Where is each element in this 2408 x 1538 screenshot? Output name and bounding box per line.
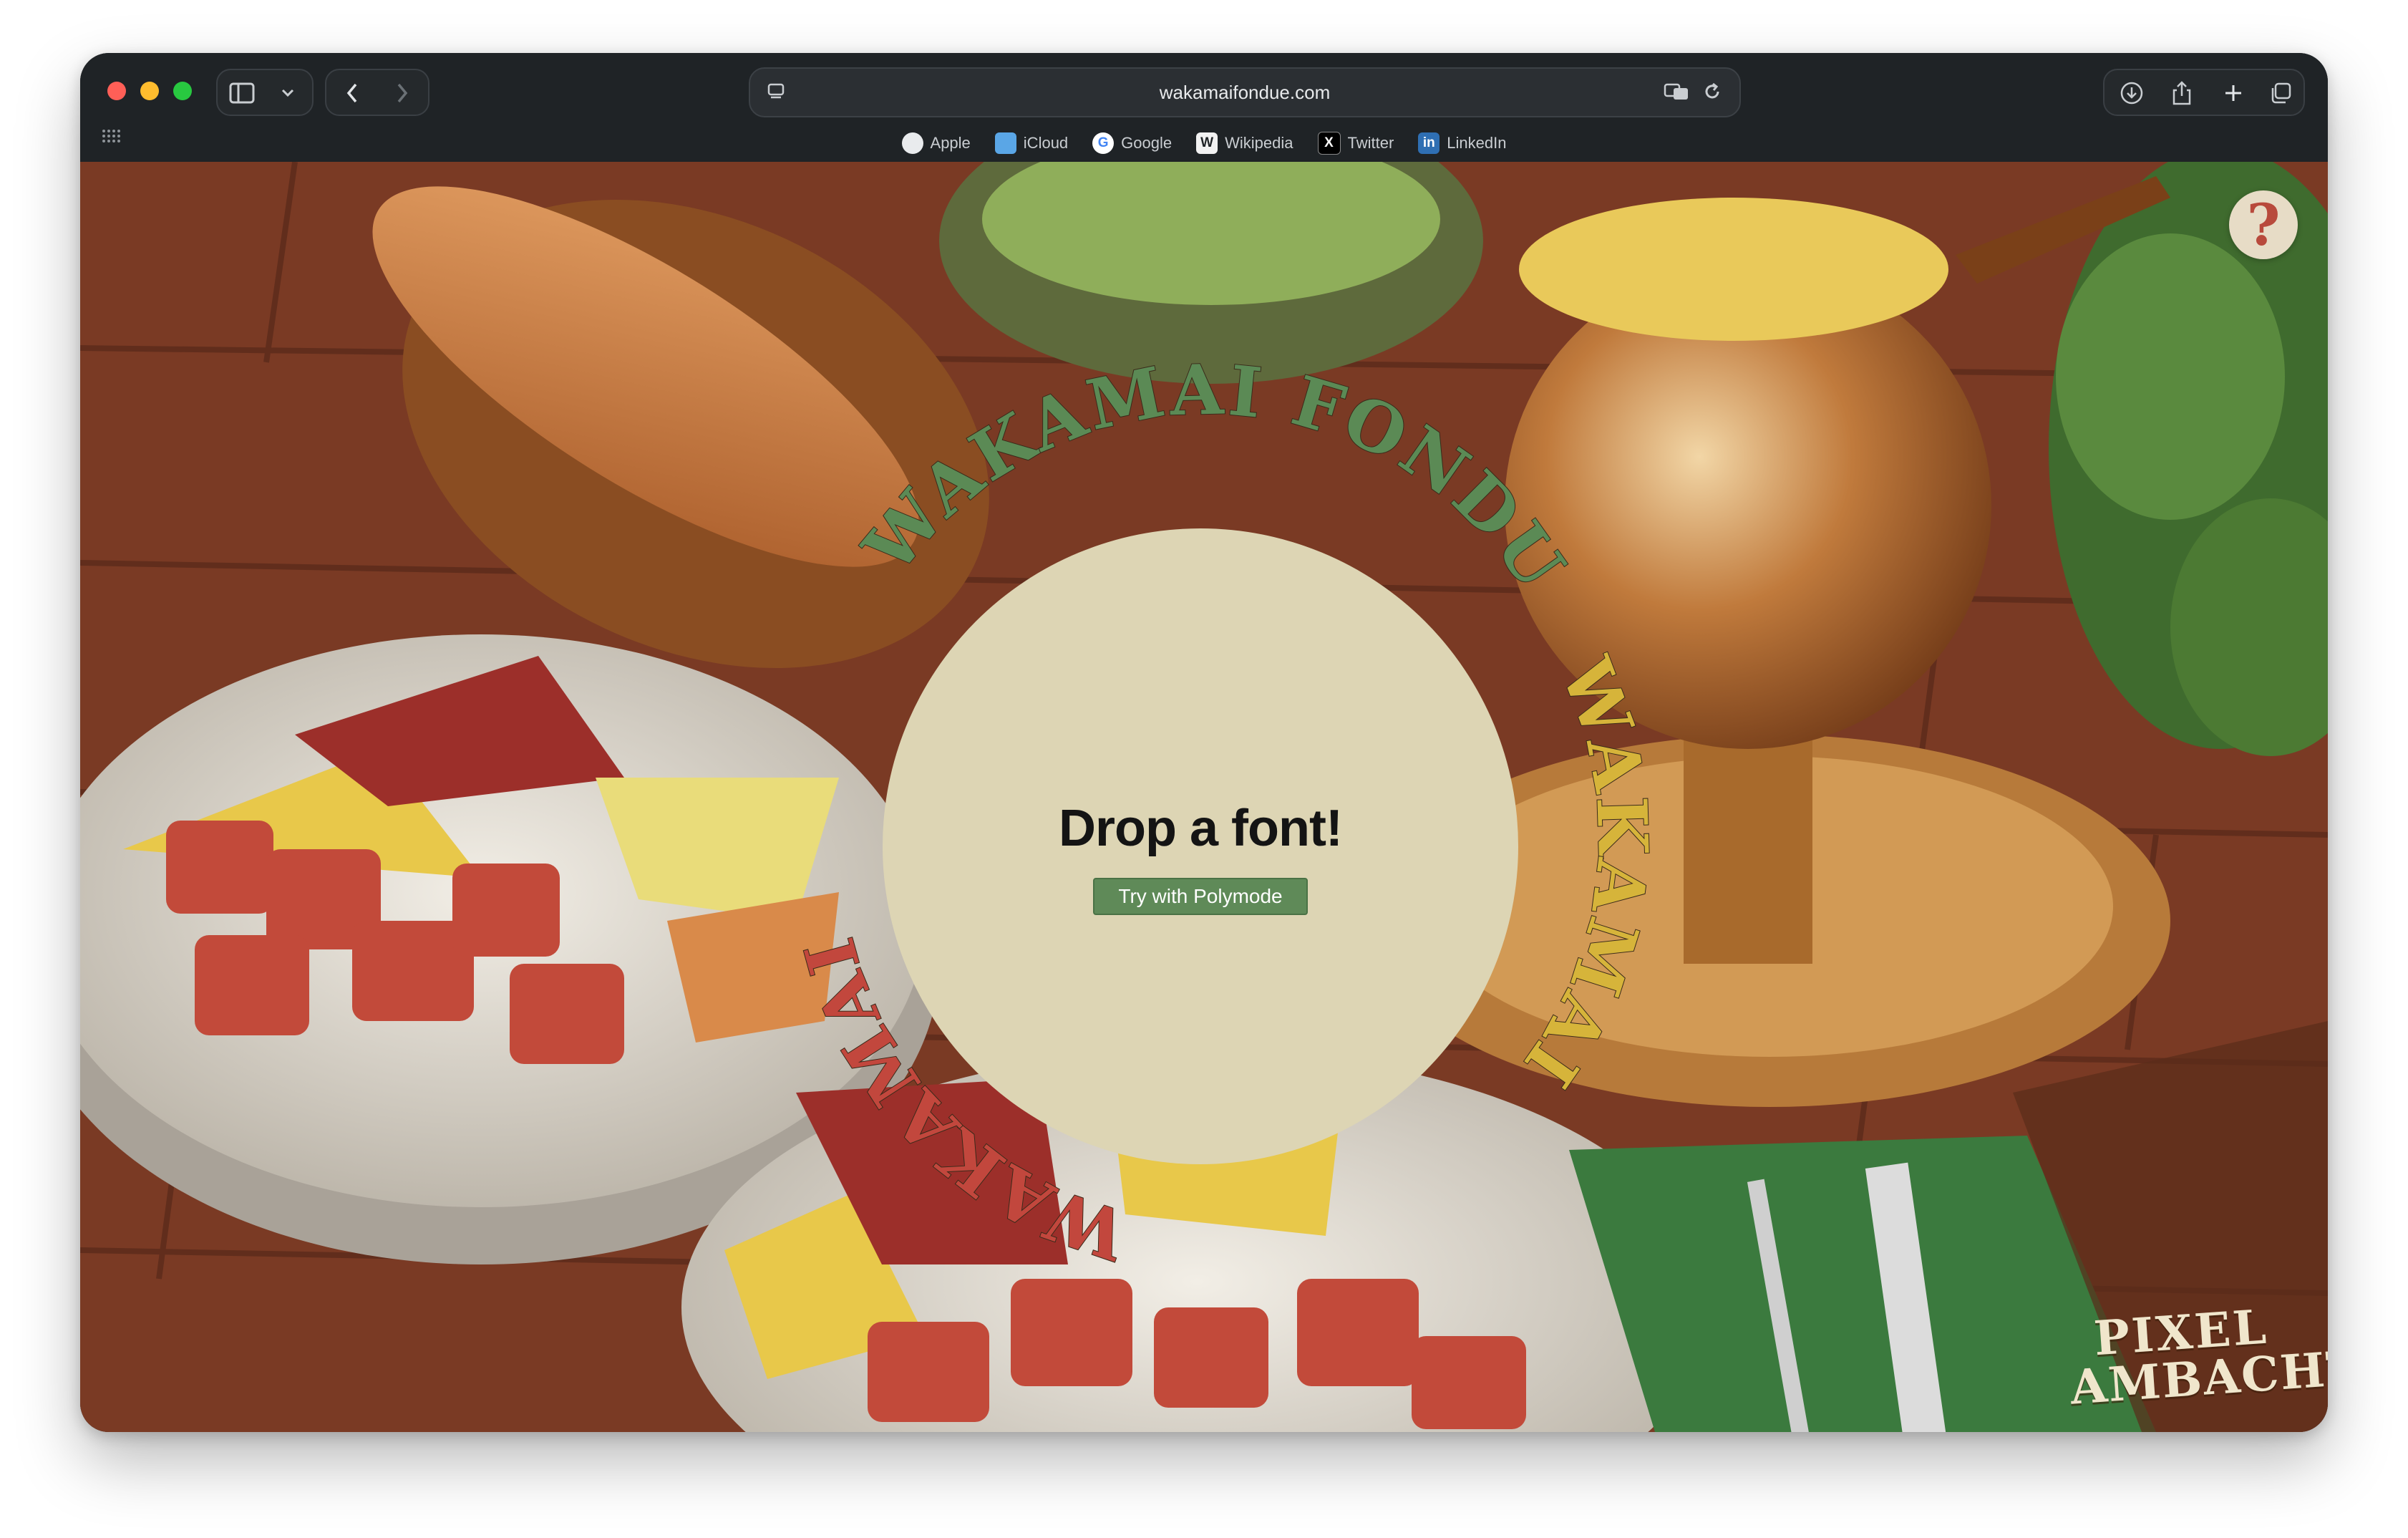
help-button[interactable]: ? (2229, 190, 2298, 259)
tab-overview-icon[interactable] (2265, 79, 2296, 107)
browser-toolbar: wakamaifondue.com Apple iCloud G Google … (80, 53, 2328, 162)
downloads-icon[interactable] (2116, 79, 2147, 107)
favorite-label: Apple (930, 134, 971, 152)
icloud-icon (994, 132, 1016, 154)
sidebar-icon[interactable] (228, 79, 256, 107)
try-with-polymode-button[interactable]: Try with Polymode (1093, 878, 1308, 915)
translate-icon[interactable] (1662, 79, 1691, 105)
favorite-label: Google (1121, 134, 1173, 152)
favorite-google[interactable]: G Google (1092, 132, 1172, 154)
minimize-window-button[interactable] (140, 82, 159, 100)
url-text[interactable]: wakamaifondue.com (750, 69, 1739, 116)
favorite-twitter[interactable]: X Twitter (1317, 132, 1394, 155)
favorite-apple[interactable]: Apple (901, 132, 971, 154)
favorite-linkedin[interactable]: in LinkedIn (1418, 132, 1506, 154)
linkedin-icon: in (1418, 132, 1440, 154)
favorite-icloud[interactable]: iCloud (994, 132, 1069, 154)
favorite-label: Wikipedia (1225, 134, 1293, 152)
sidebar-toggle-group (216, 69, 314, 116)
navigation-group (325, 69, 429, 116)
favorites-bar: Apple iCloud G Google W Wikipedia X Twit… (80, 127, 2328, 159)
font-drop-zone[interactable]: Drop a font! Try with Polymode (883, 528, 1518, 1164)
zoom-window-button[interactable] (173, 82, 192, 100)
back-arrow-icon[interactable] (336, 79, 368, 107)
google-icon: G (1092, 132, 1115, 154)
new-tab-icon[interactable] (2218, 79, 2249, 107)
reload-icon[interactable] (1698, 79, 1727, 105)
drop-font-title: Drop a font! (1059, 800, 1343, 857)
pixel-ambacht-logo[interactable]: PIXEL AMBACHT (2069, 1299, 2328, 1416)
close-window-button[interactable] (107, 82, 126, 100)
favorite-label: Twitter (1347, 134, 1394, 152)
wikipedia-icon: W (1196, 132, 1218, 154)
twitter-icon: X (1317, 132, 1341, 155)
logo-line-2: AMBACHT (2068, 1339, 2328, 1416)
chevron-down-icon[interactable] (275, 80, 301, 106)
page-content: Drop a font! Try with Polymode WAKAMAI F… (80, 162, 2328, 1432)
apple-icon (901, 132, 923, 154)
address-bar[interactable]: wakamaifondue.com (749, 67, 1741, 117)
favorite-wikipedia[interactable]: W Wikipedia (1196, 132, 1293, 154)
favorite-label: iCloud (1023, 134, 1069, 152)
share-icon[interactable] (2166, 77, 2198, 109)
toolbar-actions-group (2103, 69, 2305, 116)
favorite-label: LinkedIn (1447, 134, 1507, 152)
forward-arrow-icon[interactable] (387, 79, 418, 107)
browser-window: wakamaifondue.com Apple iCloud G Google … (80, 53, 2328, 1432)
